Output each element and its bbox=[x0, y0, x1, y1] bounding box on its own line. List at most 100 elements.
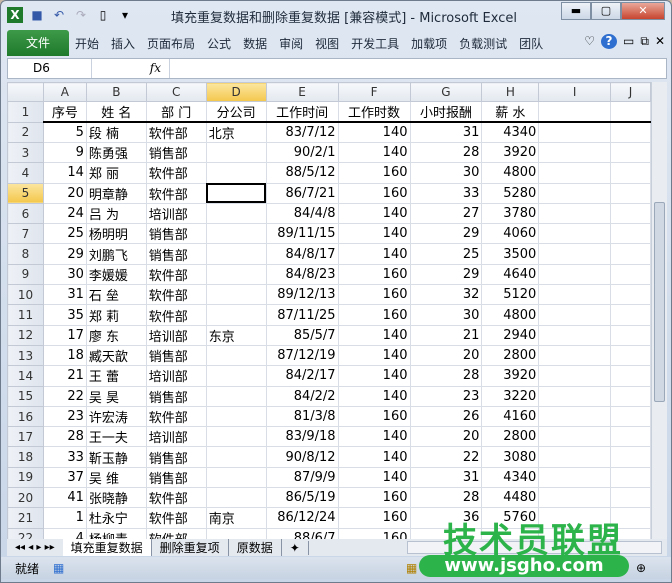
cell-f5[interactable]: 160 bbox=[337, 182, 411, 204]
save-icon[interactable]: ■ bbox=[29, 7, 45, 23]
cell-g1[interactable]: 小时报酬 bbox=[409, 101, 483, 123]
cell-a21[interactable]: 1 bbox=[42, 507, 87, 529]
cell-c21[interactable]: 软件部 bbox=[145, 507, 207, 529]
column-header-g[interactable]: G bbox=[409, 82, 483, 102]
cell-a18[interactable]: 33 bbox=[42, 446, 87, 468]
cell-j20[interactable] bbox=[610, 487, 651, 509]
cell-c13[interactable]: 销售部 bbox=[145, 344, 207, 367]
cell-b7[interactable]: 杨明明 bbox=[85, 223, 147, 245]
cell-e9[interactable]: 84/8/23 bbox=[265, 263, 339, 286]
cell-h17[interactable]: 2800 bbox=[481, 426, 540, 448]
cell-i13[interactable] bbox=[538, 344, 612, 367]
cell-c2[interactable]: 软件部 bbox=[145, 121, 207, 143]
cell-b18[interactable]: 靳玉静 bbox=[85, 446, 147, 468]
cell-b15[interactable]: 吴 昊 bbox=[85, 385, 147, 407]
cell-g16[interactable]: 26 bbox=[409, 405, 483, 428]
spreadsheet-grid[interactable]: ABCDEFGHIJ 1 序号姓 名部 门分公司 工作时间 工作时数 小时报酬薪 水25… bbox=[7, 82, 651, 539]
sheet-nav-icon[interactable]: ◂◂ ◂ ▸ ▸▸ bbox=[7, 542, 63, 553]
cell-f12[interactable]: 140 bbox=[337, 324, 411, 346]
tab-developer[interactable]: 开发工具 bbox=[345, 35, 405, 52]
cell-c17[interactable]: 培训部 bbox=[145, 426, 207, 448]
cell-i5[interactable] bbox=[538, 182, 612, 204]
cell-d14[interactable] bbox=[205, 365, 267, 387]
column-header-d[interactable]: D bbox=[205, 82, 267, 102]
tab-formulas[interactable]: 公式 bbox=[201, 35, 237, 52]
cell-i19[interactable] bbox=[538, 466, 612, 489]
cell-j14[interactable] bbox=[610, 365, 651, 387]
workbook-minimize-icon[interactable]: ▭ bbox=[623, 34, 634, 49]
cell-c5[interactable]: 软件部 bbox=[145, 182, 207, 204]
cell-a5[interactable]: 20 bbox=[42, 182, 87, 204]
cell-a14[interactable]: 21 bbox=[42, 365, 87, 387]
cell-a10[interactable]: 31 bbox=[42, 284, 87, 306]
cell-e15[interactable]: 84/2/2 bbox=[265, 385, 339, 407]
cell-g12[interactable]: 21 bbox=[409, 324, 483, 346]
cell-b8[interactable]: 刘鹏飞 bbox=[85, 243, 147, 265]
cell-f2[interactable]: 140 bbox=[337, 121, 411, 143]
cell-b21[interactable]: 杜永宁 bbox=[85, 507, 147, 529]
cell-a13[interactable]: 18 bbox=[42, 344, 87, 367]
cell-a15[interactable]: 22 bbox=[42, 385, 87, 407]
cell-b11[interactable]: 郑 莉 bbox=[85, 304, 147, 326]
cell-g11[interactable]: 30 bbox=[409, 304, 483, 326]
cell-g19[interactable]: 31 bbox=[409, 466, 483, 489]
cell-b10[interactable]: 石 垒 bbox=[85, 284, 147, 306]
row-header[interactable]: 3 bbox=[7, 141, 44, 164]
cell-h11[interactable]: 4800 bbox=[481, 304, 540, 326]
cell-h18[interactable]: 3080 bbox=[481, 446, 540, 468]
column-header-a[interactable]: A bbox=[42, 82, 87, 102]
macro-record-icon[interactable]: ▦ bbox=[53, 561, 64, 575]
cell-e16[interactable]: 81/3/8 bbox=[265, 405, 339, 428]
cell-i15[interactable] bbox=[538, 385, 612, 407]
cell-b4[interactable]: 郑 丽 bbox=[85, 162, 147, 184]
tab-view[interactable]: 视图 bbox=[309, 35, 345, 52]
cell-e3[interactable]: 90/2/1 bbox=[265, 141, 339, 164]
cell-c1[interactable]: 部 门 bbox=[145, 101, 207, 123]
cell-i10[interactable] bbox=[538, 284, 612, 306]
cell-d16[interactable] bbox=[205, 405, 267, 428]
insert-function-icon[interactable]: fx bbox=[92, 59, 170, 78]
cell-c4[interactable]: 软件部 bbox=[145, 162, 207, 184]
zoom-in-icon[interactable]: ⊕ bbox=[636, 561, 646, 575]
cell-b19[interactable]: 吴 维 bbox=[85, 466, 147, 489]
sheet-tab-remove-duplicates[interactable]: 删除重复项 bbox=[152, 539, 229, 556]
cell-a16[interactable]: 23 bbox=[42, 405, 87, 428]
name-box[interactable]: D6 bbox=[8, 59, 92, 78]
cell-e1[interactable]: 工作时间 bbox=[265, 101, 339, 123]
cell-j17[interactable] bbox=[610, 426, 651, 448]
close-button[interactable]: ✕ bbox=[621, 2, 665, 20]
cell-g20[interactable]: 28 bbox=[409, 487, 483, 509]
cell-g10[interactable]: 32 bbox=[409, 284, 483, 306]
cell-d13[interactable] bbox=[205, 344, 267, 367]
row-header[interactable]: 17 bbox=[7, 426, 44, 448]
insert-sheet-icon[interactable]: ✦ bbox=[282, 540, 309, 555]
cell-i1[interactable] bbox=[538, 101, 612, 123]
cell-i12[interactable] bbox=[538, 324, 612, 346]
cell-f3[interactable]: 140 bbox=[337, 141, 411, 164]
sheet-tab-original-data[interactable]: 原数据 bbox=[229, 539, 282, 556]
cell-h13[interactable]: 2800 bbox=[481, 344, 540, 367]
tab-addins[interactable]: 加载项 bbox=[405, 35, 453, 52]
cell-c20[interactable]: 软件部 bbox=[145, 487, 207, 509]
cell-c8[interactable]: 销售部 bbox=[145, 243, 207, 265]
cell-e8[interactable]: 84/8/17 bbox=[265, 243, 339, 265]
row-header[interactable]: 12 bbox=[7, 324, 44, 346]
minimize-button[interactable]: ▬ bbox=[561, 2, 591, 20]
cell-h4[interactable]: 4800 bbox=[481, 162, 540, 184]
cell-i17[interactable] bbox=[538, 426, 612, 448]
help-icon[interactable]: ? bbox=[601, 34, 618, 49]
row-header[interactable]: 21 bbox=[7, 507, 44, 529]
cell-f7[interactable]: 140 bbox=[337, 223, 411, 245]
tab-team[interactable]: 团队 bbox=[513, 35, 549, 52]
cell-f22[interactable]: 160 bbox=[337, 527, 411, 539]
cell-c16[interactable]: 软件部 bbox=[145, 405, 207, 428]
cell-j9[interactable] bbox=[610, 263, 651, 286]
row-header[interactable]: 4 bbox=[7, 162, 44, 184]
select-all-corner[interactable] bbox=[7, 82, 44, 102]
cell-c15[interactable]: 销售部 bbox=[145, 385, 207, 407]
tab-load-test[interactable]: 负载测试 bbox=[453, 35, 513, 52]
cell-i14[interactable] bbox=[538, 365, 612, 387]
cell-f15[interactable]: 140 bbox=[337, 385, 411, 407]
tab-insert[interactable]: 插入 bbox=[105, 35, 141, 52]
cell-j4[interactable] bbox=[610, 162, 651, 184]
